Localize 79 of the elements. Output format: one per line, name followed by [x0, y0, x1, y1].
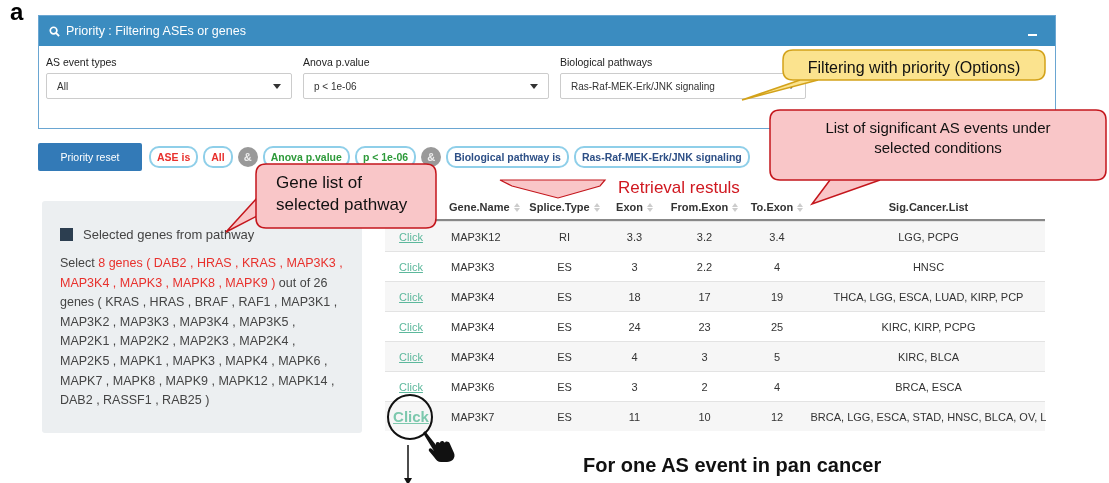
sort-icon	[646, 202, 653, 212]
table-cell-text: MAP3K6	[450, 380, 496, 393]
table-cell-text: KIRC, BLCA	[896, 350, 961, 363]
caret-icon	[530, 83, 538, 89]
reset-button[interactable]: Priority reset	[38, 143, 142, 171]
table-cell-text: 17	[697, 290, 712, 303]
table-cell-text: BRCA, ESCA	[894, 380, 963, 393]
down-arrow	[403, 445, 413, 483]
table-cell-text: 4	[772, 380, 782, 393]
table-cell-text: 3	[630, 260, 639, 273]
table-cell: BRCA, LGG, ESCA, STAD, HNSC, BLCA, OV, L	[812, 410, 1045, 423]
filter-tag: All	[203, 146, 233, 168]
table-cell-text: MAP3K7	[450, 410, 496, 423]
table-cell-text: 24	[627, 320, 642, 333]
pointing-hand-icon	[423, 429, 457, 463]
sort-icon	[513, 202, 520, 212]
table-cell-text: 2.2	[695, 260, 714, 273]
filter-tag: Ras-Raf-MEK-Erk/JNK signaling	[573, 146, 750, 168]
table-cell-text: MAP3K4	[450, 320, 496, 333]
table-cell-text: ES	[556, 320, 573, 333]
column-header[interactable]: To.Exon	[742, 201, 812, 213]
table-cell-text: 3	[630, 380, 639, 393]
table-cell-text: 19	[769, 290, 785, 303]
column-header[interactable]: Exon	[602, 201, 667, 213]
table-cell-text: 2	[700, 380, 709, 393]
callout-text: Filtering with priority (Options)	[806, 58, 1022, 78]
table-cell-text: MAP3K3	[450, 260, 496, 273]
table-cell-text: 10	[697, 410, 712, 423]
table-cell-text: MAP3K4	[450, 350, 496, 363]
figure-label: a	[10, 0, 25, 24]
table-cell-text: 11	[627, 410, 642, 423]
filter-label: AS event types	[46, 56, 118, 68]
table-cell-text: THCA, LGG, ESCA, LUAD, KIRP, PCP	[832, 290, 1025, 303]
column-header[interactable]: Gene.Name	[437, 201, 527, 213]
table-cell-text: HNSC	[911, 260, 946, 273]
gene-list-text: Select 8 genes ( DAB2 , HRAS , KRAS , MAP3K3 , MAP3K4 , MAPK3 , MAPK8 , MAPK9 ) out of 26 genes ( KRAS , HRAS , BRAF , RAF1 , MAP3K1 , MAP3K2 , MAP3K3 , MAP3K4 , MAP3K5 , MAP2K1 , MAP2K2 , MAP2K3 , MAP2K4 , MAP2K5 , MAPK1 , MAPK3 , MAPK4 , MAPK6 , MAPK7 , MAPK8 , MAPK9 , MAPK12 , MAPK14 , DAB2 , RASSF1 , RAB25 )	[60, 255, 344, 410]
panel-heading: Selected genes from pathway	[83, 227, 255, 242]
and-badge: &	[237, 147, 258, 167]
sort-icon	[593, 202, 600, 212]
table-cell-text: ES	[556, 290, 573, 303]
table-cell-text: 12	[769, 410, 785, 423]
annotation-text: Retrieval restuls	[618, 178, 740, 198]
table-cell-text: KIRC, KIRP, PCPG	[880, 320, 977, 333]
callout-text: Gene list of selected pathway	[276, 172, 409, 217]
table-cell-text: 4	[630, 350, 639, 363]
table-cell-text: 3.2	[695, 230, 714, 243]
table-cell-text: LGG, PCPG	[897, 230, 960, 243]
callout-text: List of significant AS events under selected conditions	[824, 118, 1052, 157]
table-cell-text: ES	[556, 410, 573, 423]
table-cell-text: ES	[556, 260, 573, 273]
filter-label: Biological pathways	[560, 56, 654, 68]
table-cell-text: 25	[769, 320, 785, 333]
filter-tag: ASE is	[149, 146, 199, 168]
filter-label: Anova p.value	[303, 56, 371, 68]
sort-icon	[797, 202, 804, 212]
search-icon	[49, 25, 60, 37]
caption: For one AS event in pan cancer	[583, 454, 882, 477]
table-cell-text: 18	[627, 290, 642, 303]
panel-title: Priority : Filtering ASEs or genes	[66, 24, 247, 38]
table-cell-text: 5	[772, 350, 782, 363]
checkbox[interactable]	[60, 228, 73, 241]
dropdown[interactable]: All	[46, 73, 292, 99]
column-header[interactable]: Sig.Cancer.List	[812, 201, 1045, 213]
column-header[interactable]: From.Exon	[667, 201, 742, 213]
caret-icon	[273, 83, 281, 89]
table-cell-text: 23	[697, 320, 712, 333]
table-cell-text: 4	[772, 260, 782, 273]
table-cell-text: 3.4	[768, 230, 786, 243]
table-cell-text: ES	[556, 380, 573, 393]
dropdown[interactable]: p < 1e-06	[303, 73, 549, 99]
sort-icon	[732, 202, 739, 212]
table-cell-text: RI	[558, 230, 571, 243]
table-cell-text: MAP3K4	[450, 290, 496, 303]
table-cell-text: ES	[556, 350, 573, 363]
table-cell-text: 3	[700, 350, 709, 363]
column-header[interactable]: Splice.Type	[527, 201, 602, 213]
table-cell-text: 3.3	[625, 230, 644, 243]
filter-tag: Biological pathway is	[446, 146, 569, 168]
table-cell-text: MAP3K12	[450, 230, 502, 243]
